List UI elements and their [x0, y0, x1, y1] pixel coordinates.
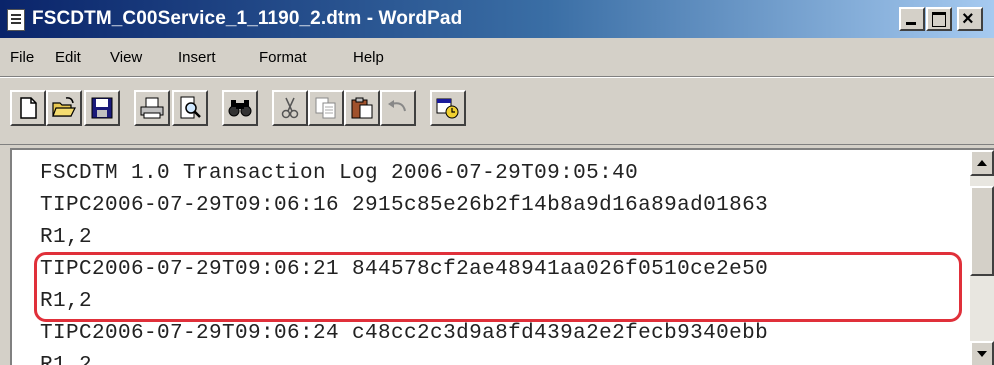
menu-bar: File Edit View Insert Format Help	[0, 40, 994, 74]
minimize-icon	[906, 22, 916, 25]
cut-icon	[281, 97, 299, 119]
scroll-up-icon	[977, 160, 987, 166]
print-preview-icon	[180, 96, 201, 119]
menu-file[interactable]: File	[10, 49, 34, 66]
document-text-area[interactable]: FSCDTM 1.0 Transaction Log 2006-07-29T09…	[10, 148, 994, 365]
document-line: R1,2	[40, 354, 92, 365]
maximize-button[interactable]	[926, 7, 952, 31]
print-button[interactable]	[134, 90, 170, 126]
document-line: FSCDTM 1.0 Transaction Log 2006-07-29T09…	[40, 162, 639, 185]
find-icon	[228, 100, 252, 117]
close-icon: ×	[962, 8, 974, 30]
maximize-icon	[932, 12, 946, 27]
open-button[interactable]	[46, 90, 82, 126]
print-icon	[140, 97, 164, 119]
menu-edit[interactable]: Edit	[55, 49, 81, 66]
scroll-up-button[interactable]	[970, 150, 994, 176]
menu-help-label: Help	[353, 49, 384, 66]
new-icon	[20, 97, 37, 119]
minimize-button[interactable]	[899, 7, 925, 31]
new-button[interactable]	[10, 90, 46, 126]
menu-view[interactable]: View	[110, 49, 142, 66]
window-title: FSCDTM_C00Service_1_1190_2.dtm - WordPad	[32, 8, 463, 29]
scroll-down-icon	[977, 351, 987, 357]
menu-insert-label: Insert	[178, 49, 216, 66]
document-line: TIPC2006-07-29T09:06:16 2915c85e26b2f14b…	[40, 194, 769, 217]
toolbar	[0, 78, 994, 142]
menu-view-label: View	[110, 49, 143, 66]
date-time-icon	[436, 98, 459, 119]
toolbar-separator	[0, 144, 994, 145]
wordpad-app-icon[interactable]	[7, 9, 25, 31]
wordpad-window: FSCDTM_C00Service_1_1190_2.dtm - WordPad…	[0, 0, 994, 365]
copy-button[interactable]	[308, 90, 344, 126]
copy-icon	[315, 97, 336, 119]
undo-button[interactable]	[380, 90, 416, 126]
close-button[interactable]: ×	[957, 7, 983, 31]
paste-button[interactable]	[344, 90, 380, 126]
open-icon	[52, 97, 76, 117]
paste-icon	[351, 97, 373, 119]
undo-icon	[388, 100, 406, 112]
highlight-annotation	[34, 252, 962, 322]
date-time-button[interactable]	[430, 90, 466, 126]
menu-edit-label: Edit	[55, 49, 81, 66]
save-icon	[91, 97, 113, 119]
menu-format[interactable]: Format	[259, 49, 307, 66]
cut-button[interactable]	[272, 90, 308, 126]
vertical-scrollbar[interactable]	[970, 150, 994, 365]
save-button[interactable]	[84, 90, 120, 126]
menu-format-label: Format	[259, 49, 307, 66]
print-preview-button[interactable]	[172, 90, 208, 126]
scroll-down-button[interactable]	[970, 341, 994, 365]
document-line: TIPC2006-07-29T09:06:24 c48cc2c3d9a8fd43…	[40, 322, 769, 345]
title-bar[interactable]: FSCDTM_C00Service_1_1190_2.dtm - WordPad…	[0, 0, 994, 38]
scrollbar-thumb[interactable]	[970, 186, 994, 276]
document-line: R1,2	[40, 226, 93, 249]
menu-file-label: File	[10, 49, 35, 66]
menu-help[interactable]: Help	[353, 49, 384, 66]
menu-insert[interactable]: Insert	[178, 49, 216, 66]
find-button[interactable]	[222, 90, 258, 126]
